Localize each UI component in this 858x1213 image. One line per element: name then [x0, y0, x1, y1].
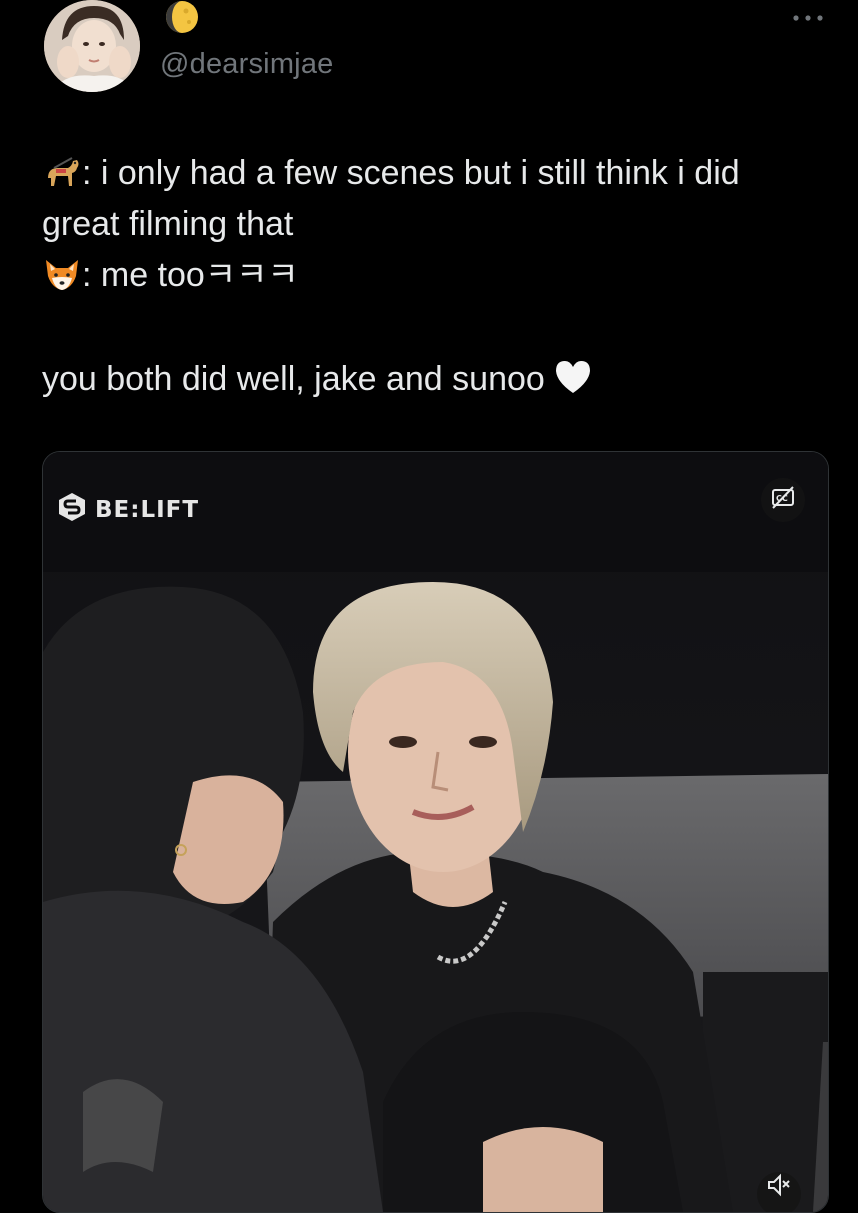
tweet-video[interactable]: BE:LIFT CC — [42, 451, 829, 1213]
speaker-muted-icon — [766, 1172, 792, 1203]
tweet-line-4-text: you both did well, jake and sunoo — [42, 360, 545, 398]
tweet-line-3-text: : me too — [82, 256, 205, 294]
mute-button[interactable] — [757, 1172, 801, 1212]
author-handle[interactable]: @dearsimjae — [160, 48, 333, 81]
tweet-line-1: : i only had a few scenes but i still th… — [42, 148, 842, 199]
tweet-line-2-text: great filming that — [42, 205, 294, 243]
more-dots-icon[interactable] — [790, 6, 826, 26]
brand-label: BE:LIFT — [95, 496, 200, 523]
white-heart-emoji — [553, 358, 593, 396]
author-avatar[interactable] — [44, 0, 140, 92]
belift-logo-icon — [57, 492, 87, 527]
tweet-line-3-suffix: ㅋㅋㅋ — [204, 256, 299, 294]
tweet-line-3: : me tooㅋㅋㅋ — [42, 250, 842, 301]
tweet-text: : i only had a few scenes but i still th… — [42, 148, 842, 405]
captions-toggle-button[interactable]: CC — [761, 478, 805, 522]
closed-captions-icon: CC — [770, 485, 796, 516]
avatar-photo — [44, 0, 140, 92]
crescent-moon-emoji — [162, 0, 202, 40]
guide-dog-emoji — [42, 152, 82, 192]
video-frame-image — [43, 452, 828, 1212]
fox-emoji — [42, 254, 82, 294]
tweet-line-4: you both did well, jake and sunoo — [42, 354, 842, 405]
video-brand: BE:LIFT — [57, 492, 199, 527]
tweet-line-1-text: : i only had a few scenes but i still th… — [82, 154, 740, 192]
